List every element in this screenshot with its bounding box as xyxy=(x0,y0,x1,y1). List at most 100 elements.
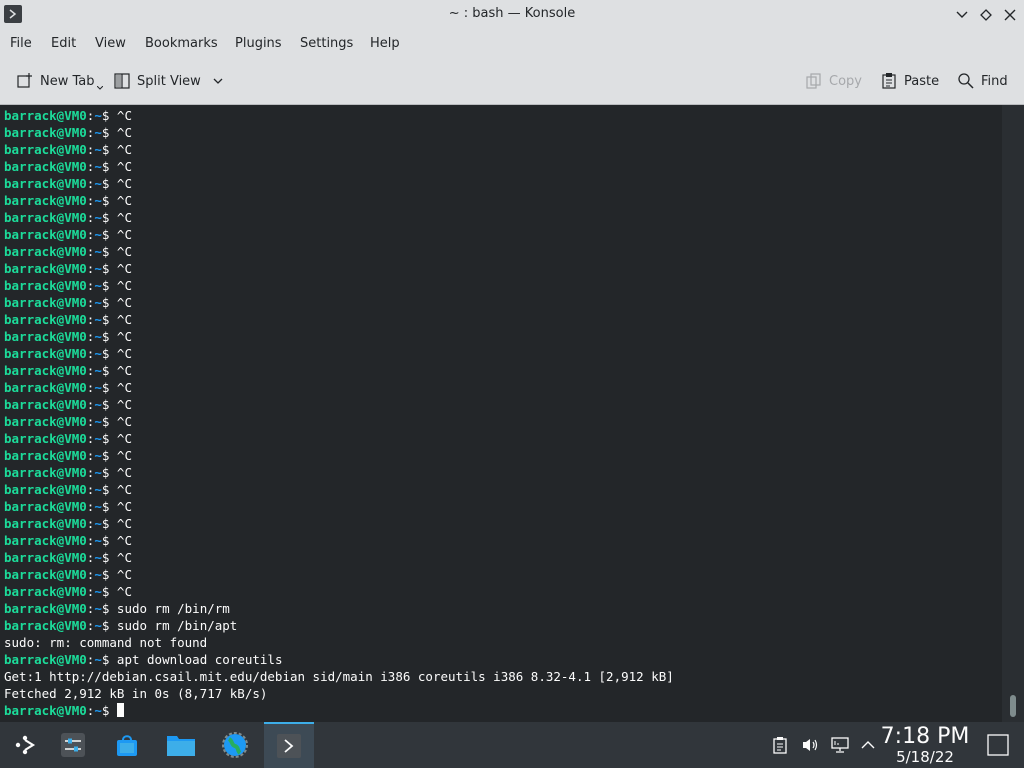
terminal-line: barrack@VM0:~$ ^C xyxy=(4,413,132,430)
scrollbar-thumb[interactable] xyxy=(1010,695,1016,717)
window-titlebar[interactable]: ~ : bash — Konsole xyxy=(0,0,1024,30)
prompt-user-host: barrack@VM0 xyxy=(4,703,87,718)
paste-button[interactable]: Paste xyxy=(880,69,939,93)
volume-tray[interactable] xyxy=(800,735,820,755)
menu-help[interactable]: Help xyxy=(370,36,400,51)
volume-icon xyxy=(803,739,818,751)
prompt-path: ~ xyxy=(94,448,102,463)
prompt-path: ~ xyxy=(94,227,102,242)
command-text: ^C xyxy=(109,142,132,157)
maximize-button[interactable] xyxy=(976,5,996,25)
command-text: ^C xyxy=(109,397,132,412)
prompt-user-host: barrack@VM0 xyxy=(4,652,87,667)
command-text: ^C xyxy=(109,329,132,344)
prompt-user-host: barrack@VM0 xyxy=(4,329,87,344)
prompt-path: ~ xyxy=(94,193,102,208)
web-browser-task[interactable] xyxy=(210,722,260,768)
command-text: ^C xyxy=(109,414,132,429)
prompt-user-host: barrack@VM0 xyxy=(4,210,87,225)
konsole-task[interactable] xyxy=(264,722,314,768)
menu-bookmarks[interactable]: Bookmarks xyxy=(145,36,218,51)
output-text: sudo: rm: command not found xyxy=(4,635,208,650)
menu-plugins[interactable]: Plugins xyxy=(235,36,282,51)
command-text: ^C xyxy=(109,380,132,395)
prompt-user-host: barrack@VM0 xyxy=(4,550,87,565)
find-label: Find xyxy=(981,73,1008,89)
prompt-user-host: barrack@VM0 xyxy=(4,176,87,191)
copy-label: Copy xyxy=(829,73,862,89)
prompt-path: ~ xyxy=(94,499,102,514)
application-launcher-button[interactable] xyxy=(0,722,50,768)
clipboard-tray[interactable] xyxy=(770,735,790,755)
command-text: ^C xyxy=(109,278,132,293)
copy-button[interactable]: Copy xyxy=(805,69,862,93)
command-text: ^C xyxy=(109,567,132,582)
terminal-line: barrack@VM0:~$ ^C xyxy=(4,192,132,209)
menu-settings[interactable]: Settings xyxy=(300,36,353,51)
prompt-path: ~ xyxy=(94,397,102,412)
prompt-user-host: barrack@VM0 xyxy=(4,465,87,480)
terminal-scrollbar[interactable] xyxy=(1002,105,1024,722)
terminal-line: barrack@VM0:~$ ^C xyxy=(4,124,132,141)
prompt-user-host: barrack@VM0 xyxy=(4,193,87,208)
terminal-line: Fetched 2,912 kB in 0s (8,717 kB/s) xyxy=(4,685,267,702)
command-text: ^C xyxy=(109,176,132,191)
show-desktop-icon xyxy=(987,734,1009,756)
command-text: ^C xyxy=(109,193,132,208)
new-tab-button[interactable]: New Tab xyxy=(16,69,103,93)
terminal-line: Get:1 http://debian.csail.mit.edu/debian… xyxy=(4,668,674,685)
show-desktop-button[interactable] xyxy=(986,733,1010,757)
discover-store-task[interactable] xyxy=(102,722,152,768)
prompt-path: ~ xyxy=(94,210,102,225)
menu-file[interactable]: File xyxy=(10,36,32,51)
prompt-user-host: barrack@VM0 xyxy=(4,227,87,242)
chevron-down-icon xyxy=(956,11,968,18)
terminal-line: barrack@VM0:~$ ^C xyxy=(4,158,132,175)
command-text: ^C xyxy=(109,125,132,140)
output-text: Fetched 2,912 kB in 0s (8,717 kB/s) xyxy=(4,686,268,701)
menu-edit[interactable]: Edit xyxy=(51,36,76,51)
prompt-path: ~ xyxy=(94,108,102,123)
prompt-user-host: barrack@VM0 xyxy=(4,125,87,140)
prompt-path: ~ xyxy=(94,533,102,548)
command-text: ^C xyxy=(109,482,132,497)
dolphin-file-manager-task[interactable] xyxy=(156,722,206,768)
network-tray[interactable] xyxy=(830,735,850,755)
terminal-line: sudo: rm: command not found xyxy=(4,634,207,651)
split-view-button[interactable]: Split View xyxy=(113,69,223,93)
prompt-path: ~ xyxy=(94,652,102,667)
search-icon xyxy=(958,73,974,89)
prompt-path: ~ xyxy=(94,142,102,157)
terminal-view[interactable]: barrack@VM0:~$ ^C barrack@VM0:~$ ^C barrac… xyxy=(0,105,1002,722)
close-button[interactable] xyxy=(1000,5,1020,25)
system-settings-task[interactable] xyxy=(48,722,98,768)
prompt-user-host: barrack@VM0 xyxy=(4,618,87,633)
terminal-line: barrack@VM0:~$ ^C xyxy=(4,209,132,226)
prompt-path: ~ xyxy=(94,618,102,633)
prompt-user-host: barrack@VM0 xyxy=(4,601,87,616)
expand-tray-button[interactable] xyxy=(858,735,878,755)
command-text: ^C xyxy=(109,550,132,565)
system-settings-icon xyxy=(61,733,85,757)
prompt-user-host: barrack@VM0 xyxy=(4,397,87,412)
prompt-user-host: barrack@VM0 xyxy=(4,431,87,446)
clock-time: 7:18 PM xyxy=(880,724,970,749)
prompt-path: ~ xyxy=(94,550,102,565)
paste-icon xyxy=(882,73,896,89)
digital-clock[interactable]: 7:18 PM 5/18/22 xyxy=(880,725,970,766)
prompt-path: ~ xyxy=(94,584,102,599)
find-button[interactable]: Find xyxy=(957,69,1008,93)
command-text: ^C xyxy=(109,227,132,242)
prompt-path: ~ xyxy=(94,482,102,497)
minimize-button[interactable] xyxy=(952,5,972,25)
web-browser-icon xyxy=(222,732,248,758)
prompt-user-host: barrack@VM0 xyxy=(4,278,87,293)
prompt-user-host: barrack@VM0 xyxy=(4,142,87,157)
menu-view[interactable]: View xyxy=(95,36,126,51)
terminal-line: barrack@VM0:~$ ^C xyxy=(4,345,132,362)
terminal-line: barrack@VM0:~$ ^C xyxy=(4,430,132,447)
prompt-user-host: barrack@VM0 xyxy=(4,261,87,276)
split-view-icon xyxy=(114,73,130,89)
chevron-up-icon xyxy=(861,741,875,749)
network-icon xyxy=(831,737,849,753)
